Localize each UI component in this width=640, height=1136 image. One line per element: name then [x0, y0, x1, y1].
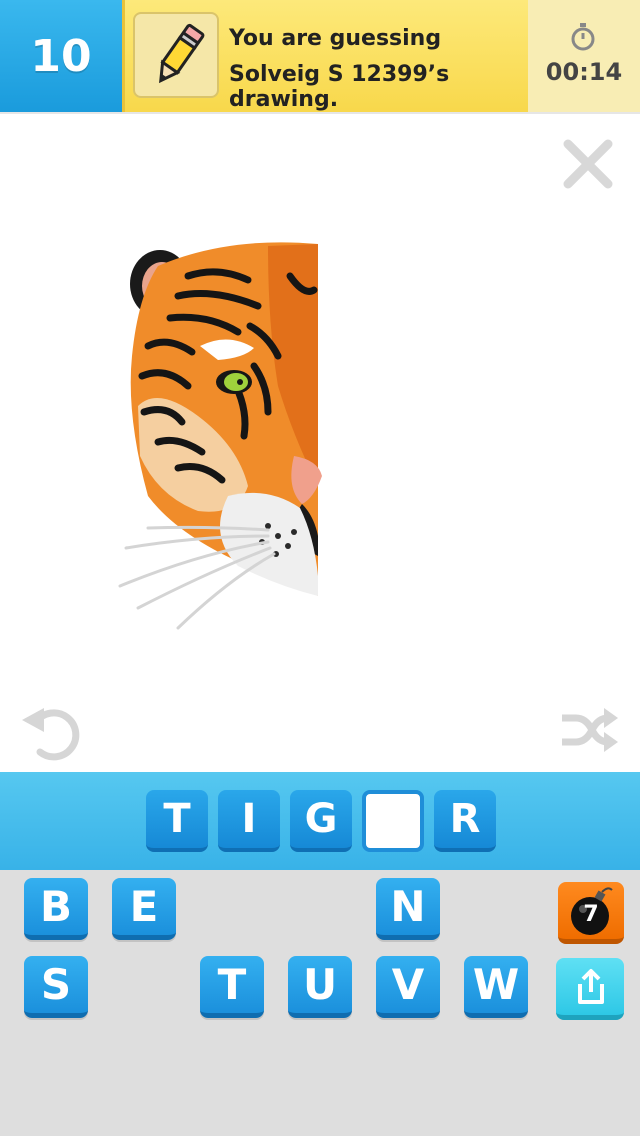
share-icon — [578, 969, 604, 1004]
letter-key-v[interactable]: V — [376, 956, 440, 1018]
letter-key-u[interactable]: U — [288, 956, 352, 1018]
score-badge: 10 — [0, 0, 122, 112]
score-value: 10 — [30, 30, 92, 82]
undo-icon[interactable] — [20, 700, 84, 764]
banner-subtitle: Solveig S 12399’s drawing. — [229, 62, 450, 112]
shuffle-icon[interactable] — [558, 704, 618, 756]
close-icon[interactable] — [560, 136, 616, 192]
answer-slot[interactable]: I — [218, 790, 280, 852]
letter-key-n[interactable]: N — [376, 878, 440, 940]
stopwatch-icon — [571, 23, 595, 51]
answer-bar: T I G R — [0, 772, 640, 870]
letter-keyboard: B E N 7 S T U V W — [0, 870, 640, 1136]
tiger-drawing — [118, 242, 322, 630]
timer-value: 00:14 — [545, 58, 623, 86]
share-button[interactable] — [556, 958, 624, 1020]
banner-title: You are guessing — [229, 26, 442, 51]
bomb-button[interactable]: 7 — [558, 882, 624, 944]
letter-key-w[interactable]: W — [464, 956, 528, 1018]
answer-slot[interactable]: G — [290, 790, 352, 852]
letter-key-e[interactable]: E — [112, 878, 176, 940]
header: 10 You are guessing Solveig S 12399’s dr… — [0, 0, 640, 112]
answer-slot[interactable]: T — [146, 790, 208, 852]
bomb-count: 7 — [583, 902, 599, 927]
answer-slot-empty[interactable] — [362, 790, 424, 852]
pencil-icon — [133, 12, 219, 98]
guess-banner: You are guessing Solveig S 12399’s drawi… — [122, 0, 528, 112]
letter-key-b[interactable]: B — [24, 878, 88, 940]
letter-key-s[interactable]: S — [24, 956, 88, 1018]
letter-key-t[interactable]: T — [200, 956, 264, 1018]
answer-slot[interactable]: R — [434, 790, 496, 852]
timer-box: 00:14 — [528, 0, 640, 112]
